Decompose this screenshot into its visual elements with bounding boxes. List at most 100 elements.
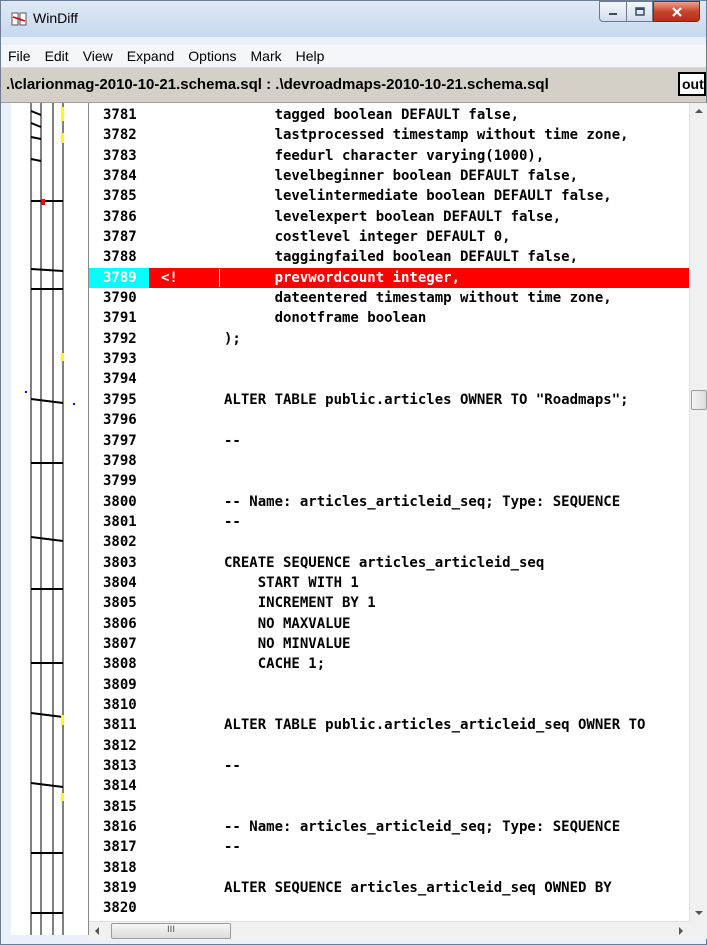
line-text: INCREMENT BY 1 — [224, 595, 376, 612]
line-number: 3788 — [103, 249, 137, 266]
diff-line[interactable]: 3790 dateentered timestamp without time … — [89, 288, 707, 308]
line-number: 3789 — [89, 267, 149, 288]
caption-buttons — [599, 1, 700, 23]
diff-line[interactable]: 3785 levelintermediate boolean DEFAULT f… — [89, 186, 707, 206]
diff-line[interactable]: 3810 — [89, 695, 707, 715]
diff-line[interactable]: 3811 ALTER TABLE public.articles_articlei… — [89, 715, 707, 735]
line-number: 3791 — [103, 310, 137, 327]
diff-line[interactable]: 3817 -- — [89, 837, 707, 857]
line-number: 3819 — [103, 880, 137, 897]
line-text: -- — [224, 513, 241, 530]
vertical-scrollbar[interactable] — [689, 103, 707, 921]
close-button[interactable] — [653, 1, 700, 22]
diff-line[interactable]: 3805 INCREMENT BY 1 — [89, 593, 707, 613]
diff-line[interactable]: 3796 — [89, 410, 707, 430]
title-bar[interactable]: WinDiff — [1, 1, 706, 37]
line-text: ALTER SEQUENCE articles_articleid_seq OW… — [224, 880, 612, 897]
line-number: 3796 — [103, 412, 137, 429]
line-number: 3794 — [103, 371, 137, 388]
diff-line[interactable]: 3802 — [89, 532, 707, 552]
line-text: prevwordcount integer, — [224, 269, 461, 286]
diff-line[interactable]: 3797 -- — [89, 431, 707, 451]
diff-line[interactable]: 3791 donotframe boolean — [89, 308, 707, 328]
diff-line[interactable]: 3809 — [89, 675, 707, 695]
maximize-button[interactable] — [626, 1, 653, 22]
diff-line[interactable]: 3804 START WITH 1 — [89, 573, 707, 593]
diff-line[interactable]: 3813 -- — [89, 756, 707, 776]
windiff-app-icon — [11, 12, 27, 26]
diff-line[interactable]: 3799 — [89, 471, 707, 491]
line-number: 3818 — [103, 859, 137, 876]
diff-line[interactable]: 3786 levelexpert boolean DEFAULT false, — [89, 207, 707, 227]
line-number: 3807 — [103, 635, 137, 652]
diff-line[interactable]: 3793 — [89, 349, 707, 369]
menu-expand[interactable]: Expand — [120, 48, 181, 64]
diff-line[interactable]: 3783 feedurl character varying(1000), — [89, 146, 707, 166]
line-text: donotframe boolean — [224, 310, 427, 327]
windiff-window: WinDiff File Edit View Expand Options Ma… — [0, 0, 707, 945]
diff-line[interactable]: 3787 costlevel integer DEFAULT 0, — [89, 227, 707, 247]
diff-line[interactable]: 3807 NO MINVALUE — [89, 634, 707, 654]
diff-line[interactable]: 3818 — [89, 858, 707, 878]
diff-line[interactable]: 3806 NO MAXVALUE — [89, 614, 707, 634]
line-number: 3816 — [103, 819, 137, 836]
horizontal-scroll-thumb[interactable]: III — [111, 923, 231, 939]
scroll-right-icon[interactable] — [679, 927, 683, 935]
horizontal-scrollbar[interactable]: III — [89, 921, 689, 940]
diff-lines: 3781 tagged boolean DEFAULT false, 3782 l… — [89, 105, 707, 919]
menu-bar: File Edit View Expand Options Mark Help — [1, 45, 706, 68]
scroll-up-icon[interactable] — [695, 109, 703, 113]
menu-file[interactable]: File — [1, 48, 38, 64]
changed-line[interactable]: 3789 <! prevwordcount integer, — [89, 267, 707, 289]
menu-edit[interactable]: Edit — [38, 48, 76, 64]
diff-overview-bar[interactable] — [11, 103, 89, 935]
diff-line[interactable]: 3816 -- Name: articles_articleid_seq; Typ… — [89, 817, 707, 837]
line-text: -- Name: articles_articleid_seq; Type: S… — [224, 493, 621, 510]
line-text: CACHE 1; — [224, 656, 326, 673]
menu-view[interactable]: View — [76, 48, 120, 64]
diff-line[interactable]: 3814 — [89, 776, 707, 796]
diff-line[interactable]: 3798 — [89, 451, 707, 471]
line-text: levelexpert boolean DEFAULT false, — [224, 208, 562, 225]
diff-line[interactable]: 3784 levelbeginner boolean DEFAULT false… — [89, 166, 707, 186]
minimize-icon — [609, 12, 617, 15]
diff-line[interactable]: 3812 — [89, 736, 707, 756]
diff-line[interactable]: 3819 ALTER SEQUENCE articles_articleid_se… — [89, 878, 707, 898]
file-path-bar: .\clarionmag-2010-10-21.schema.sql : .\d… — [1, 68, 706, 103]
scroll-down-icon[interactable] — [695, 911, 703, 915]
line-text: -- — [224, 839, 241, 856]
diff-line[interactable]: 3782 lastprocessed timestamp without tim… — [89, 125, 707, 145]
diff-line[interactable]: 3792); — [89, 329, 707, 349]
line-number: 3800 — [103, 493, 137, 510]
line-text: levelintermediate boolean DEFAULT false, — [224, 188, 612, 205]
line-number: 3798 — [103, 452, 137, 469]
line-text: levelbeginner boolean DEFAULT false, — [224, 168, 579, 185]
menu-mark[interactable]: Mark — [244, 48, 289, 64]
diff-line[interactable]: 3803 CREATE SEQUENCE articles_articleid_s… — [89, 553, 707, 573]
menu-options[interactable]: Options — [181, 48, 243, 64]
size-grip-icon[interactable] — [689, 921, 707, 939]
line-text: NO MAXVALUE — [224, 615, 351, 632]
minimize-button[interactable] — [599, 1, 626, 22]
line-number: 3815 — [103, 798, 137, 815]
vertical-scroll-thumb[interactable] — [691, 390, 707, 410]
scroll-left-icon[interactable] — [95, 927, 99, 935]
diff-line[interactable]: 3800 -- Name: articles_articleid_seq; Typ… — [89, 492, 707, 512]
line-number: 3809 — [103, 676, 137, 693]
diff-line[interactable]: 3781 tagged boolean DEFAULT false, — [89, 105, 707, 125]
line-text: START WITH 1 — [224, 574, 359, 591]
line-text: ALTER TABLE public.articles OWNER TO "Ro… — [224, 391, 629, 408]
diff-line[interactable]: 3815 — [89, 797, 707, 817]
diff-line[interactable]: 3788 taggingfailed boolean DEFAULT false… — [89, 247, 707, 267]
diff-line[interactable]: 3794 — [89, 369, 707, 389]
compared-files-label: .\clarionmag-2010-10-21.schema.sql : .\d… — [6, 76, 549, 93]
menu-help[interactable]: Help — [289, 48, 332, 64]
line-number: 3795 — [103, 391, 137, 408]
diff-line[interactable]: 3795 ALTER TABLE public.articles OWNER TO… — [89, 390, 707, 410]
outline-button[interactable]: outline — [678, 72, 706, 96]
line-number: 3806 — [103, 615, 137, 632]
diff-line[interactable]: 3808 CACHE 1; — [89, 654, 707, 674]
line-number: 3813 — [103, 758, 137, 774]
diff-line[interactable]: 3801 -- — [89, 512, 707, 532]
diff-line[interactable]: 3820 — [89, 898, 707, 918]
